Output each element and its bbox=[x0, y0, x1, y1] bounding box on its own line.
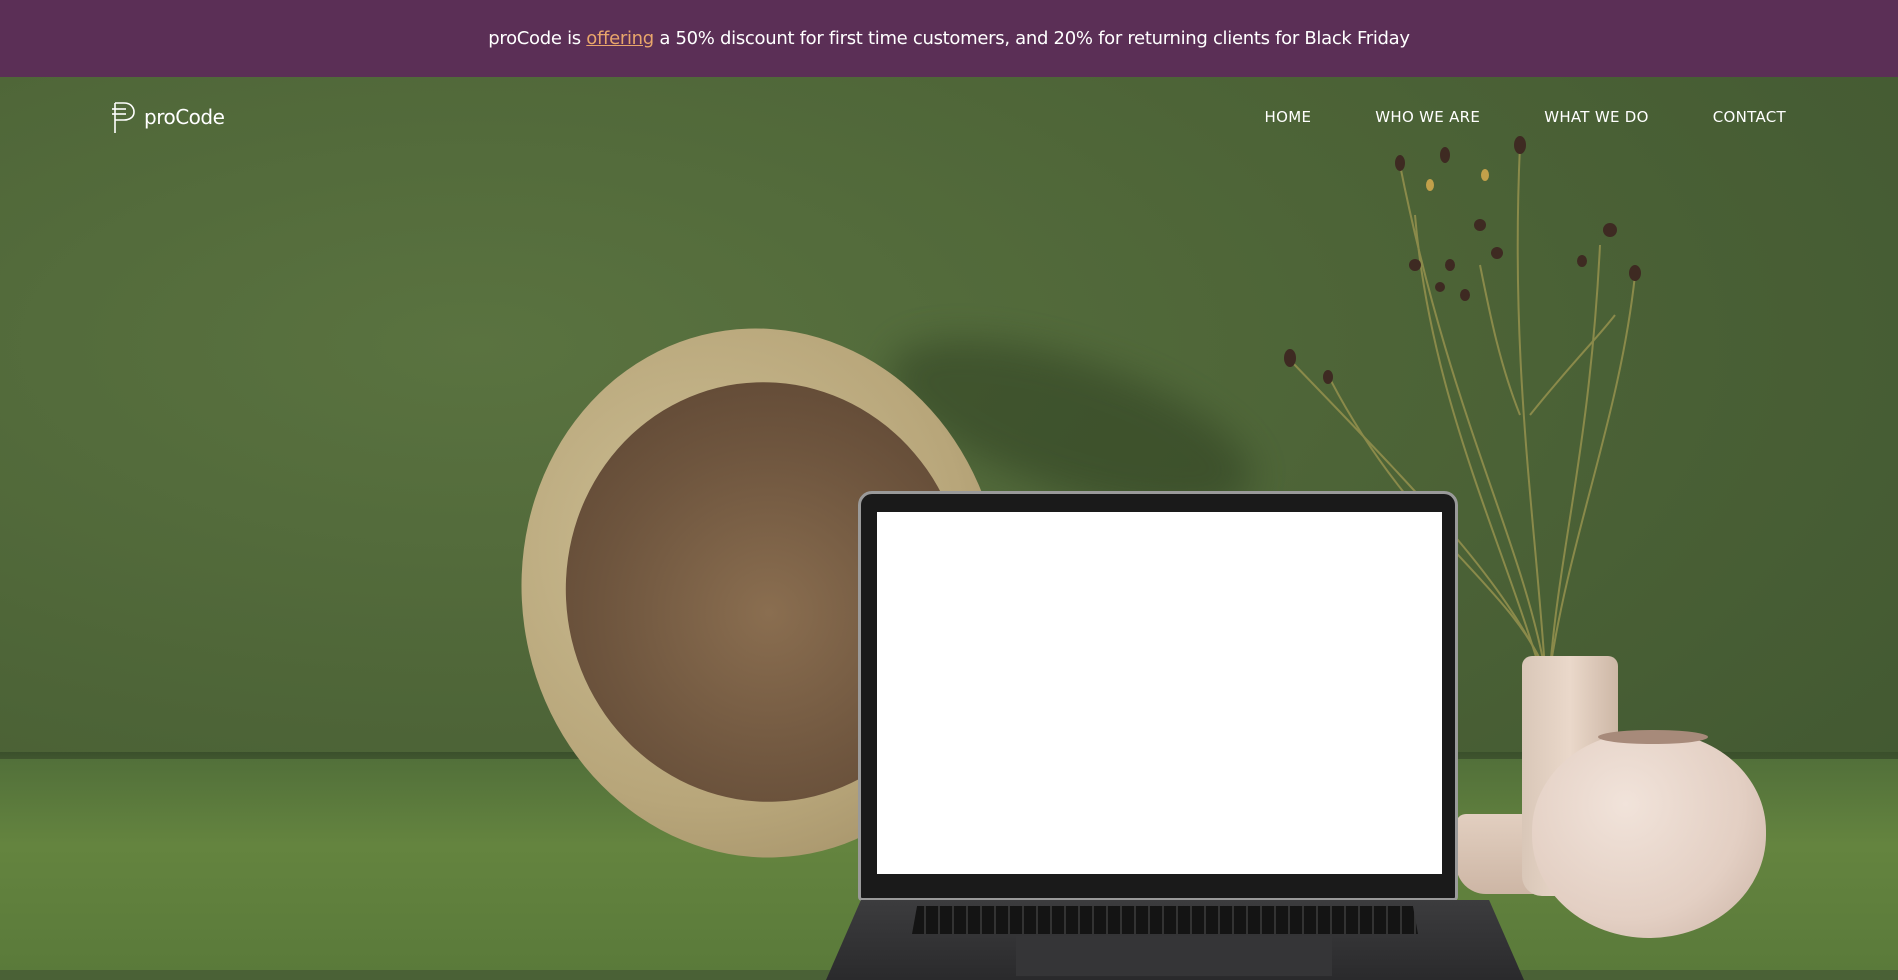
top-navigation: proCode HOME WHO WE ARE WHAT WE DO CONTA… bbox=[0, 77, 1898, 157]
brand-name: proCode bbox=[144, 105, 225, 129]
main-menu: HOME WHO WE ARE WHAT WE DO CONTACT bbox=[1265, 108, 1786, 126]
laptop-screen bbox=[877, 512, 1442, 874]
nav-item-contact[interactable]: CONTACT bbox=[1713, 108, 1786, 126]
promo-text-prefix: proCode is bbox=[488, 28, 587, 49]
promo-banner: proCode is offering a 50% discount for f… bbox=[0, 0, 1898, 77]
nav-item-who-we-are[interactable]: WHO WE ARE bbox=[1375, 108, 1480, 126]
nav-item-home[interactable]: HOME bbox=[1265, 108, 1312, 126]
brand-logo-link[interactable]: proCode bbox=[110, 99, 225, 135]
laptop-trackpad bbox=[1016, 936, 1332, 976]
promo-text-suffix: a 50% discount for first time customers,… bbox=[653, 28, 1410, 49]
round-vase-mouth bbox=[1598, 730, 1708, 744]
round-vase bbox=[1532, 732, 1766, 938]
procode-logo-icon bbox=[112, 102, 135, 133]
offering-link[interactable]: offering bbox=[586, 28, 654, 49]
laptop-keyboard bbox=[912, 906, 1418, 934]
nav-item-what-we-do[interactable]: WHAT WE DO bbox=[1544, 108, 1649, 126]
